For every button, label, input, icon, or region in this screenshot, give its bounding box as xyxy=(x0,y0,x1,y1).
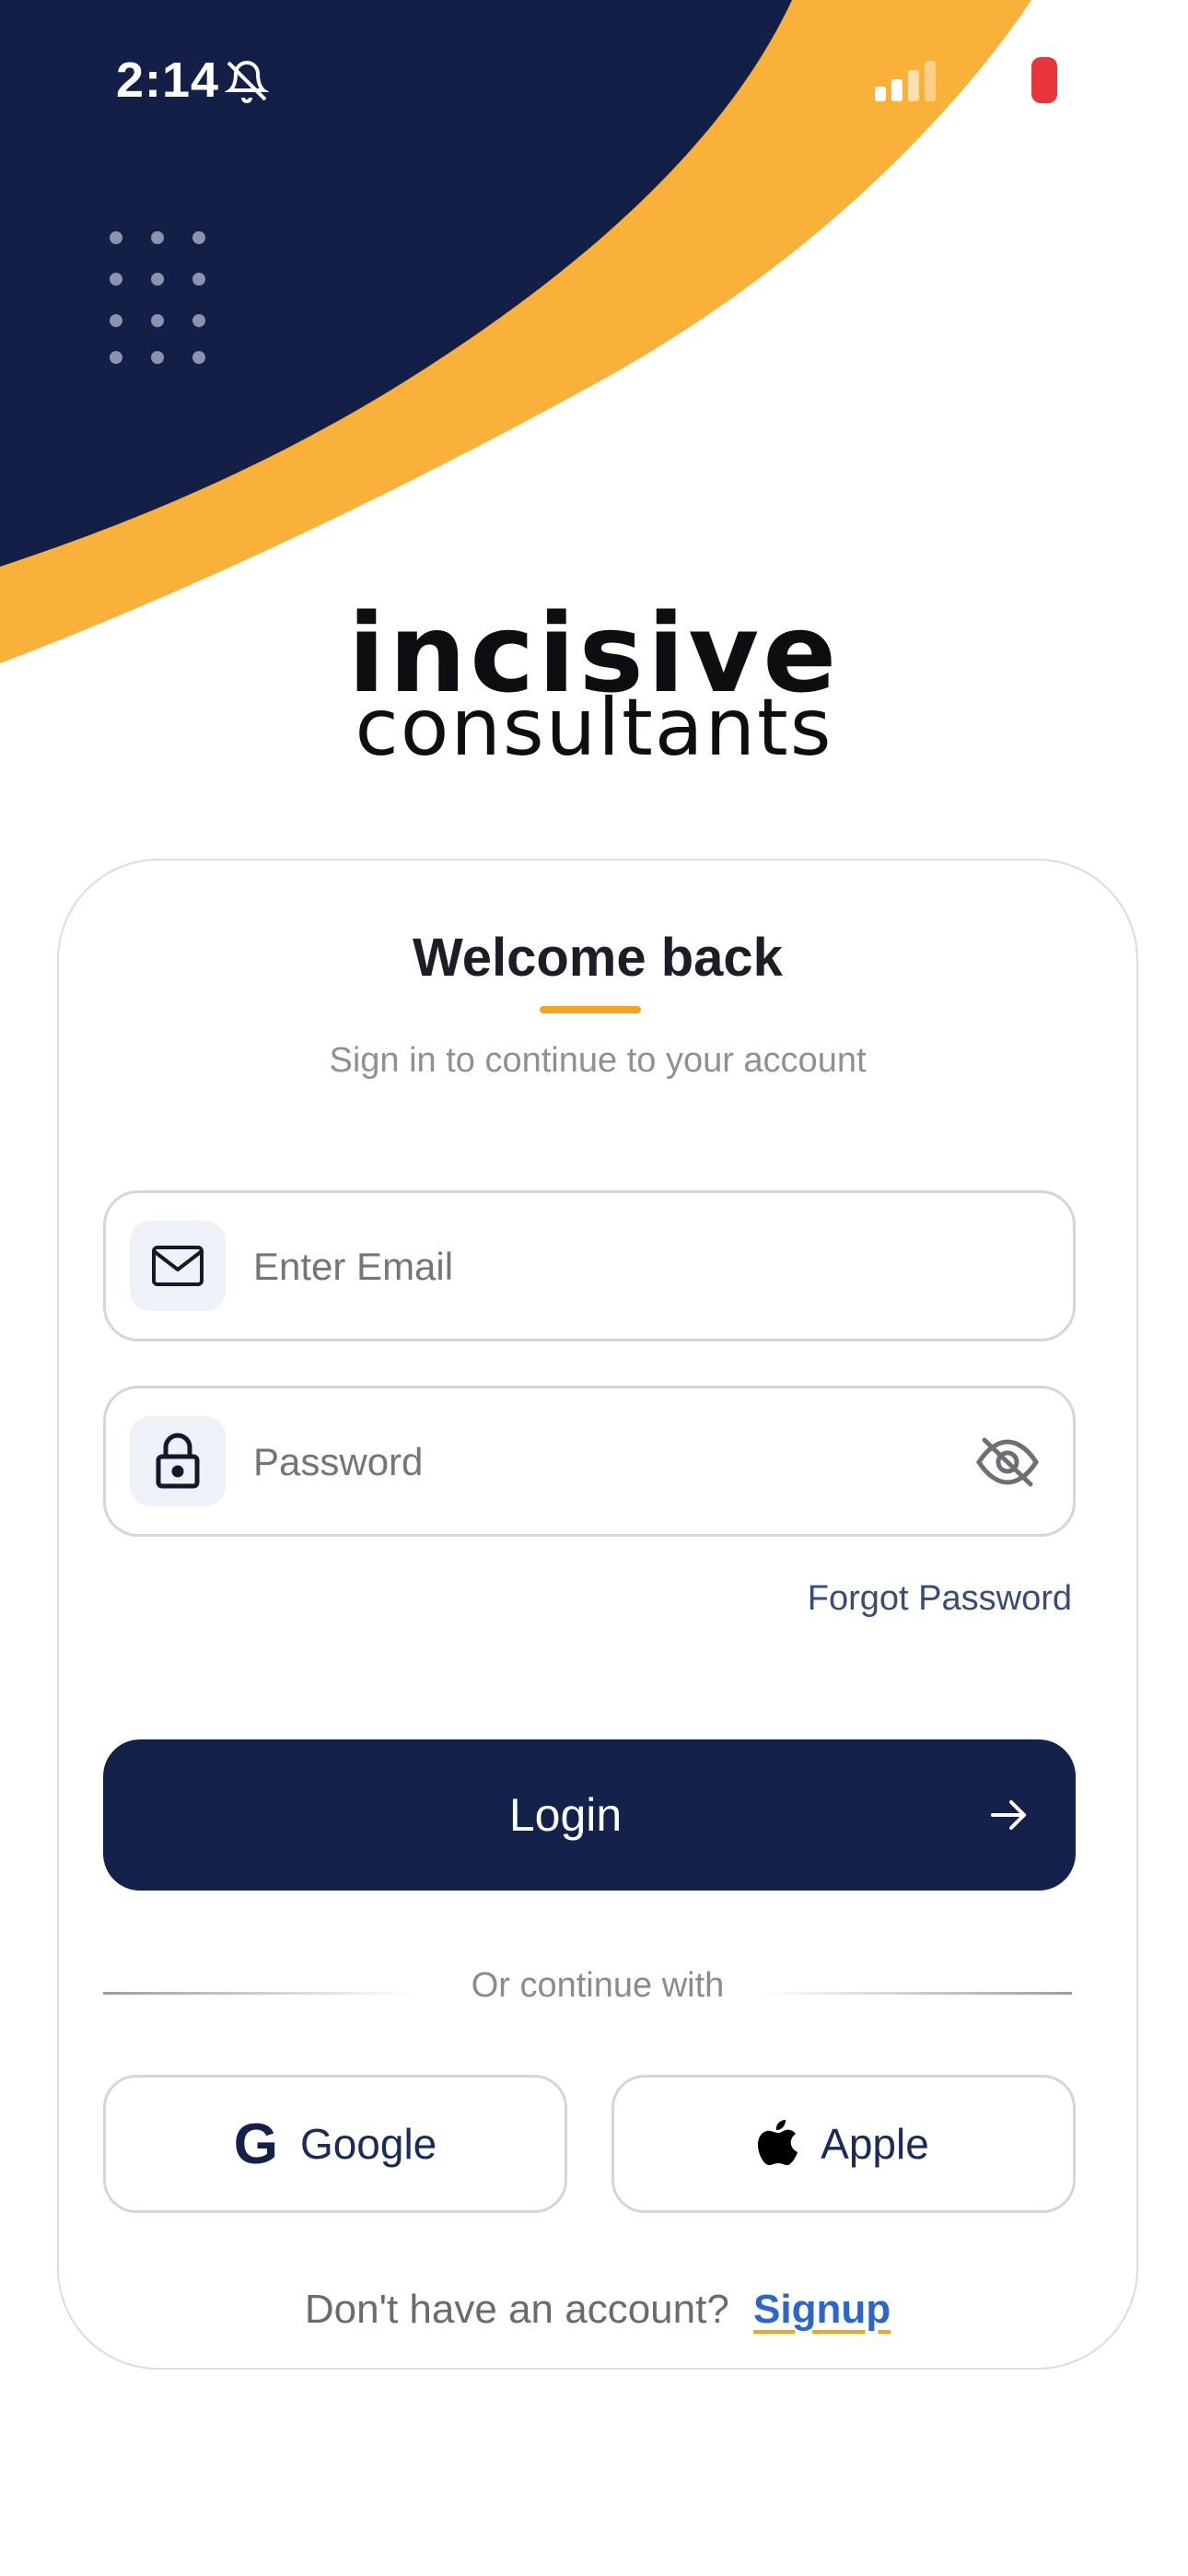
status-time: 2:14 xyxy=(116,53,220,108)
apple-button[interactable]: Apple xyxy=(611,2075,1076,2213)
login-button[interactable]: Login xyxy=(103,1739,1076,1891)
lock-icon xyxy=(130,1416,226,1506)
eye-off-icon[interactable] xyxy=(975,1434,1040,1494)
page-title: Welcome back xyxy=(413,928,783,988)
google-button-label: Google xyxy=(299,2120,437,2168)
password-field[interactable] xyxy=(103,1386,1076,1537)
password-input[interactable] xyxy=(251,1388,955,1536)
bell-off-icon xyxy=(224,59,270,108)
apple-icon xyxy=(758,2118,798,2171)
battery-icon xyxy=(1028,57,1057,108)
apple-button-label: Apple xyxy=(821,2120,929,2168)
login-card: Welcome back Sign in to continue to your… xyxy=(57,859,1138,2370)
divider-line-right xyxy=(759,1992,1072,1995)
brand-logo-line2: consultants xyxy=(355,682,833,774)
dots-decoration xyxy=(107,228,217,371)
google-icon: G xyxy=(233,2112,278,2176)
page-subtitle: Sign in to continue to your account xyxy=(329,1041,867,1080)
forgot-password-link[interactable]: Forgot Password xyxy=(808,1579,1072,1619)
email-input[interactable] xyxy=(251,1193,955,1341)
title-underline xyxy=(540,1006,641,1013)
divider-text: Or continue with xyxy=(471,1966,725,2005)
google-button[interactable]: G Google xyxy=(103,2075,567,2213)
signup-row: Don't have an account? Signup xyxy=(59,2287,1136,2333)
email-field[interactable] xyxy=(103,1190,1076,1341)
mail-icon xyxy=(130,1221,226,1311)
arrow-right-icon xyxy=(989,1795,1030,1840)
signal-icon xyxy=(875,61,949,106)
login-button-label: Login xyxy=(508,1789,623,1841)
signup-link[interactable]: Signup xyxy=(753,2287,891,2332)
signup-prompt: Don't have an account? xyxy=(304,2287,729,2332)
